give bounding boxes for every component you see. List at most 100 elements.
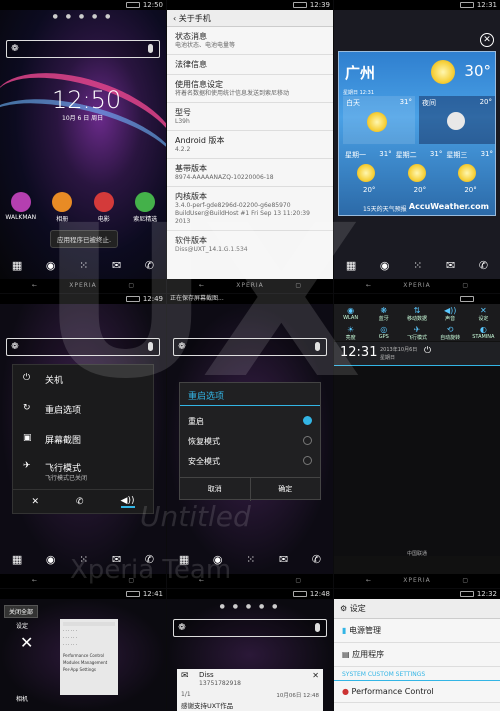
toggle-settings[interactable]: ✕ 设定 — [467, 304, 500, 322]
power-icon[interactable]: ⏻ — [424, 346, 431, 356]
close-icon[interactable]: ✕ — [480, 33, 494, 47]
row-legal[interactable]: 法律信息 — [167, 55, 333, 75]
recents-button[interactable]: ▢ — [295, 281, 301, 291]
app-walkman[interactable]: WALKMAN — [5, 192, 37, 223]
status-bar: 12:31 — [334, 0, 500, 10]
phone-icon[interactable]: ✆ — [145, 259, 154, 272]
radio[interactable] — [303, 436, 312, 445]
page-indicator: ● ● ● ● ● — [219, 603, 281, 610]
app-movies[interactable]: 电影 — [88, 192, 120, 223]
dialog-title: 重启选项 — [188, 392, 225, 402]
radio[interactable] — [303, 456, 312, 465]
toggle-gps[interactable]: ◎ GPS — [367, 323, 400, 341]
battery-icon — [460, 591, 474, 597]
recents-button[interactable]: ▢ — [295, 576, 301, 586]
day-box: 白天 31° — [343, 96, 415, 144]
battery-icon: ▮ — [342, 626, 349, 635]
toggle-wlan[interactable]: ◉ WLAN — [334, 304, 367, 322]
quick-toggles: ◉ WLAN ❋ 蓝牙 ⇅ 移动数据 ◀)) 声音 ✕ 设定 ☀ 亮度 ◎ GPS ✈ 飞行模式… — [334, 304, 500, 341]
dock: ▦ ◉ ⁙ ✉ ✆ — [345, 258, 489, 272]
back-button[interactable]: ← — [199, 576, 204, 586]
back-button[interactable]: ← — [199, 281, 204, 291]
message-popup[interactable]: ✉ Diss 13751782918 ✕ 1/1 10月06日 12:48 感谢… — [177, 669, 323, 711]
row-android[interactable]: Android 版本 4.2.2 — [167, 131, 333, 159]
row-usage[interactable]: 使用信息设定 将着名数据和使用统计信息发送到索尼移动 — [167, 75, 333, 103]
page-indicator: ● ● ● ● ● — [52, 13, 114, 20]
mic-icon[interactable] — [148, 44, 153, 53]
search-bar[interactable]: ❁ — [6, 338, 160, 356]
clock: 12:31 — [340, 345, 378, 360]
recents-button[interactable]: ▢ — [128, 576, 134, 586]
page-title[interactable]: ‹ 关于手机 — [167, 10, 333, 27]
grid-icon[interactable]: ▦ — [12, 259, 22, 272]
carrier: 中国联通 — [406, 551, 427, 557]
back-button[interactable]: ← — [366, 576, 371, 586]
sound-modes: ✕ ✆ ◀)) — [13, 489, 153, 513]
forecast: 星期一 31° 20° 星期二 31° 20° 星期三 31° 20° — [343, 148, 495, 198]
item-apps[interactable]: ▤ 应用程序 — [334, 643, 500, 667]
clock-widget[interactable]: 12:50 — [52, 86, 121, 114]
item-performance[interactable]: ● Performance Control — [334, 681, 500, 703]
recents-button[interactable]: ▢ — [462, 576, 468, 586]
option-safe-mode[interactable]: 安全模式 — [188, 456, 220, 467]
option-recovery[interactable]: 恢复模式 — [188, 436, 220, 447]
status-bar: 12:48 — [167, 589, 333, 599]
nav-bar: ← XPERIA ▢ — [334, 279, 500, 293]
status-time: 12:48 — [309, 590, 330, 598]
search-bar[interactable]: ❁ — [173, 338, 327, 356]
back-button[interactable]: ← — [366, 281, 371, 291]
page-title[interactable]: ⚙ 设定 — [334, 599, 500, 619]
mute-icon[interactable]: ✕ — [31, 497, 39, 507]
toggle-airplane[interactable]: ✈ 飞行模式 — [400, 323, 433, 341]
recent-label-camera: 相机 — [16, 696, 29, 703]
app-sony-select[interactable]: 索尼精选 — [129, 192, 161, 223]
app-album[interactable]: 相册 — [46, 192, 78, 223]
forecast-link[interactable]: 15天的天气预报 — [363, 204, 407, 213]
sender-number: 13751782918 — [199, 680, 241, 687]
album-icon — [52, 192, 73, 212]
toggle-mobile-data[interactable]: ⇅ 移动数据 — [400, 304, 433, 322]
night-box: 夜间 20° — [419, 96, 495, 144]
dock: ▦ ◉ ⁙ ✉ ✆ — [178, 552, 322, 566]
recents-button[interactable]: ▢ — [128, 281, 134, 291]
panel-notification: 12:48 ● ● ● ● ● ❁ ✉ Diss 13751782918 ✕ 1… — [167, 589, 333, 711]
radio-selected[interactable] — [303, 416, 312, 425]
toggle-bluetooth[interactable]: ❋ 蓝牙 — [367, 304, 400, 322]
battery-icon — [126, 2, 140, 8]
weekday: 星期日 — [380, 355, 396, 361]
option-reboot[interactable]: 重启 — [188, 416, 204, 427]
toggle-sound[interactable]: ◀)) 声音 — [434, 304, 467, 322]
updated-time: 星期日 12:31 — [343, 90, 374, 96]
message-count: 1/1 — [181, 691, 191, 698]
recent-thumbnail-settings[interactable]: · · · · · · · · · · · · · · · · · · Perfor… — [60, 619, 118, 695]
nav-brand: XPERIA — [236, 282, 264, 289]
search-bar[interactable]: ❁ — [6, 40, 160, 58]
close-all-button[interactable]: 关闭全部 — [4, 605, 39, 618]
status-bar: 12:41 — [0, 589, 166, 599]
toggle-brightness[interactable]: ☀ 亮度 — [334, 323, 367, 341]
camera-icon[interactable]: ◉ — [46, 259, 56, 272]
cancel-button[interactable]: 取消 — [180, 478, 251, 501]
toggle-stamina[interactable]: ◐ STAMINA — [467, 323, 500, 341]
weather-widget[interactable]: 广州 30° 星期日 12:31 白天 31° 夜间 20° 星期一 31° 20°… — [338, 51, 496, 216]
battery-icon — [126, 591, 140, 597]
close-icon[interactable]: ✕ — [312, 671, 319, 680]
ok-button[interactable]: 确定 — [251, 478, 321, 501]
recents-button[interactable]: ▢ — [462, 281, 468, 291]
row-status[interactable]: 状态消息 电池状态、电池电量等 — [167, 27, 333, 55]
panel-recents: 12:41 关闭全部 设定 ✕ · · · · · · · · · · · · · … — [0, 589, 166, 711]
app-row: WALKMAN 相册 电影 索尼精选 — [0, 192, 166, 223]
vibrate-icon[interactable]: ✆ — [76, 497, 84, 507]
messages-icon[interactable]: ✉ — [112, 259, 121, 272]
nav-brand: XPERIA — [403, 577, 431, 584]
sound-icon[interactable]: ◀)) — [120, 496, 135, 508]
search-bar[interactable]: ❁ — [173, 619, 327, 637]
moon-icon — [447, 112, 465, 130]
back-button[interactable]: ← — [32, 281, 37, 291]
item-power[interactable]: ▮ 电源管理 — [334, 619, 500, 643]
about-list: ‹ 关于手机 状态消息 电池状态、电池电量等 法律信息 使用信息设定 将着名数据和使… — [167, 10, 333, 279]
toggle-rotation[interactable]: ⟲ 自动旋转 — [434, 323, 467, 341]
back-button[interactable]: ← — [32, 576, 37, 586]
apps-icon[interactable]: ⁙ — [79, 259, 88, 272]
status-time: 12:31 — [476, 1, 497, 9]
